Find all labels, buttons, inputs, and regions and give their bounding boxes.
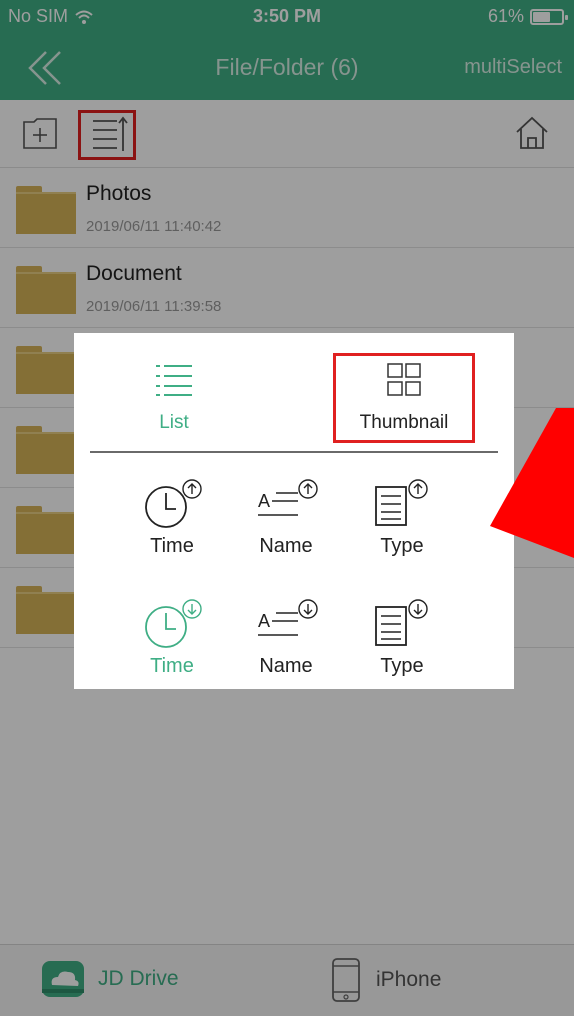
clock-down-icon: [145, 599, 202, 648]
sort-name-desc-option[interactable]: A Name: [236, 599, 336, 685]
sort-type-desc-option[interactable]: Type: [352, 599, 452, 685]
app-screen: No SIM 3:50 PM 61% File/Folder (6) multi…: [0, 0, 574, 1016]
sort-time-asc-label: Time: [150, 535, 194, 557]
list-view-icon: [156, 365, 192, 396]
thumbnail-view-icon: [387, 363, 421, 396]
sort-time-desc-label: Time: [150, 655, 194, 677]
view-thumbnail-option[interactable]: Thumbnail: [333, 353, 475, 443]
type-up-icon: [375, 479, 428, 526]
sort-type-asc-option[interactable]: Type: [352, 479, 452, 565]
divider: [90, 451, 498, 453]
sort-type-desc-label: Type: [380, 655, 424, 677]
view-list-label: List: [159, 412, 189, 433]
name-up-icon: A: [258, 479, 318, 516]
view-thumbnail-label: Thumbnail: [359, 412, 449, 433]
sort-time-asc-option[interactable]: Time: [122, 479, 222, 565]
name-down-icon: A: [258, 599, 318, 636]
sort-name-asc-option[interactable]: A Name: [236, 479, 336, 565]
svg-text:A: A: [258, 491, 270, 511]
sort-name-desc-label: Name: [259, 655, 313, 677]
sort-name-asc-label: Name: [259, 535, 313, 557]
type-down-icon: [375, 599, 428, 646]
annotation-arrow-icon: [490, 408, 574, 558]
sort-time-desc-option[interactable]: Time: [122, 599, 222, 685]
clock-up-icon: [145, 479, 202, 528]
sort-view-popup: List Thumbnail Time A Name Type Time A N…: [74, 333, 514, 689]
svg-text:A: A: [258, 611, 270, 631]
sort-type-asc-label: Type: [380, 535, 424, 557]
view-list-option[interactable]: List: [134, 361, 214, 434]
